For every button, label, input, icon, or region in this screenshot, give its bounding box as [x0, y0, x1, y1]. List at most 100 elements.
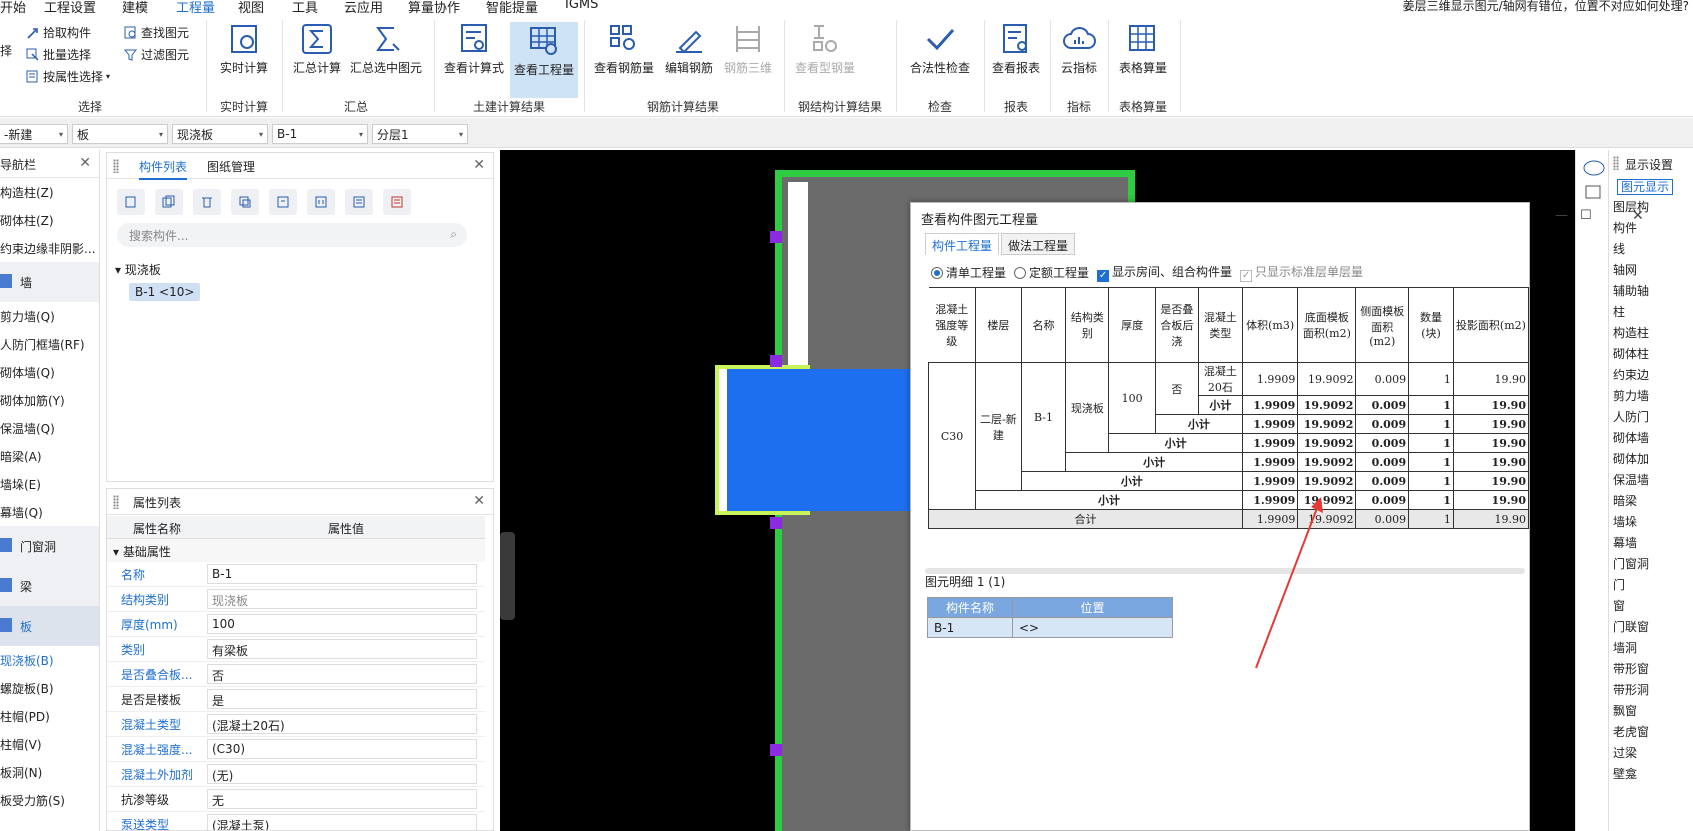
find-element-button[interactable]: 查找图元 [124, 24, 189, 41]
display-item[interactable]: 门 [1609, 576, 1693, 597]
display-item[interactable]: 飘窗 [1609, 702, 1693, 723]
display-item[interactable]: 柱 [1609, 303, 1693, 324]
display-item[interactable]: 窗 [1609, 597, 1693, 618]
restore-icon[interactable]: — [1555, 208, 1568, 223]
nav-item-cast-slab[interactable]: 现浇板(B) [0, 646, 99, 674]
type-select[interactable]: 板 ▾ [72, 124, 168, 144]
display-item[interactable]: 墙垛 [1609, 513, 1693, 534]
nav-item[interactable]: 墙垛(E) [0, 470, 99, 498]
tab-component-list[interactable]: 构件列表 [139, 158, 188, 180]
table-row[interactable]: 小计 1.9909 19.9092 0.009 1 19.90 [929, 490, 1530, 510]
property-value[interactable]: (混凝土20石) [207, 714, 477, 734]
tab-element-display[interactable]: 图元显示 [1609, 178, 1693, 198]
grip-icon[interactable] [1613, 156, 1619, 170]
display-item[interactable]: 幕墙 [1609, 534, 1693, 555]
display-item[interactable]: 构件 [1609, 219, 1693, 240]
nav-item[interactable]: 剪力墙(Q) [0, 302, 99, 330]
select-partial[interactable]: 择 [0, 42, 12, 59]
table-total-row[interactable]: 合计 1.9909 19.9092 0.009 1 19.90 [928, 509, 1530, 529]
detail-row[interactable]: B-1 <> [927, 617, 1173, 638]
legality-check-button[interactable]: 合法性检查 [902, 22, 978, 76]
display-item[interactable]: 砌体加 [1609, 450, 1693, 471]
property-value[interactable]: 无 [207, 789, 477, 809]
property-value[interactable]: (C30) [207, 739, 477, 759]
nav-group-wall[interactable]: 墙 [0, 262, 99, 302]
display-item[interactable]: 墙洞 [1609, 639, 1693, 660]
nav-item[interactable]: 人防门框墙(RF) [0, 330, 99, 358]
nav-item[interactable]: 保温墙(Q) [0, 414, 99, 442]
view-3d-icon[interactable] [1580, 156, 1608, 206]
radio-list-quantity[interactable]: 清单工程量 [931, 264, 1006, 281]
nav-item[interactable]: 螺旋板(B) [0, 674, 99, 702]
view-steel-button[interactable]: 查看型钢量 [790, 22, 860, 76]
grip-icon[interactable] [113, 159, 119, 173]
property-value[interactable]: 100 [207, 614, 477, 634]
display-item[interactable]: 图层构 [1609, 198, 1693, 219]
display-item[interactable]: 人防门 [1609, 408, 1693, 429]
pick-component-button[interactable]: 拾取构件 [26, 24, 91, 41]
display-item[interactable]: 线 [1609, 240, 1693, 261]
close-icon[interactable]: ✕ [1632, 208, 1644, 224]
floor-select[interactable]: -新建 ▾ [0, 124, 68, 144]
collapse-handle[interactable] [500, 532, 515, 620]
nav-group-door-window[interactable]: 门窗洞 [0, 526, 99, 566]
table-row[interactable]: C30 二层-新建 B-1 现浇板 100 否 混凝土20石 1.9909 19… [927, 362, 1530, 510]
component-search-input[interactable]: 搜索构件... ⌕ [117, 223, 467, 247]
view-rebar-button[interactable]: 查看钢筋量 [590, 22, 658, 76]
filter-icon[interactable] [269, 189, 297, 215]
new-icon[interactable] [117, 189, 145, 215]
grip-icon[interactable] [113, 495, 119, 509]
display-item[interactable]: 砌体墙 [1609, 429, 1693, 450]
display-item[interactable]: 砌体柱 [1609, 345, 1693, 366]
close-icon[interactable]: ✕ [473, 493, 485, 509]
nav-group-beam[interactable]: 梁 [0, 566, 99, 606]
property-value[interactable]: (混凝土泵) [207, 814, 477, 830]
checkbox-std-floor[interactable]: ✓ 只显示标准层单层量 [1240, 263, 1363, 282]
display-item[interactable]: 构造柱 [1609, 324, 1693, 345]
menu-igms[interactable]: IGMS [565, 0, 598, 12]
batch-select-button[interactable]: 批量选择 [26, 46, 91, 63]
tab-drawing-manage[interactable]: 图纸管理 [207, 158, 255, 175]
component-select[interactable]: B-1 ▾ [272, 124, 368, 144]
delete-icon[interactable] [193, 189, 221, 215]
nav-item[interactable]: 板洞(N) [0, 758, 99, 786]
property-group-basic[interactable]: ▾ 基础属性 [107, 539, 485, 562]
tab-method-quantity[interactable]: 做法工程量 [1001, 233, 1076, 255]
display-item[interactable]: 壁龛 [1609, 765, 1693, 786]
property-value[interactable]: (无) [207, 764, 477, 784]
summary-selected-button[interactable]: 汇总选中图元 [348, 22, 424, 76]
cloud-index-button[interactable]: 云指标 [1054, 22, 1104, 76]
table-calc-button[interactable]: 表格算量 [1112, 22, 1174, 76]
display-item[interactable]: 暗梁 [1609, 492, 1693, 513]
subtype-select[interactable]: 现浇板 ▾ [172, 124, 268, 144]
tree-node-cast-slab[interactable]: ▾ 现浇板 [115, 261, 161, 278]
list-icon[interactable] [345, 189, 373, 215]
display-item[interactable]: 带形洞 [1609, 681, 1693, 702]
help-question[interactable]: 姜层三维显示图元/轴网有错位，位置不对应如何处理? [1403, 0, 1689, 14]
display-item[interactable]: 辅助轴 [1609, 282, 1693, 303]
nav-item[interactable]: 柱帽(V) [0, 730, 99, 758]
maximize-icon[interactable]: ☐ [1580, 208, 1592, 223]
display-item[interactable]: 保温墙 [1609, 471, 1693, 492]
nav-group-slab[interactable]: 板 [0, 606, 99, 646]
nav-item[interactable]: 砌体墙(Q) [0, 358, 99, 386]
layer-select[interactable]: 分层1 ▾ [372, 124, 468, 144]
display-item[interactable]: 轴网 [1609, 261, 1693, 282]
edit-rebar-button[interactable]: 编辑钢筋 [660, 22, 718, 76]
tab-component-quantity[interactable]: 构件工程量 [925, 233, 1000, 255]
tree-leaf-b1[interactable]: B-1 <10> [129, 283, 201, 301]
property-value[interactable]: 有梁板 [207, 639, 477, 659]
summary-calc-button[interactable]: 汇总计算 [288, 22, 346, 76]
nav-item[interactable]: 幕墙(Q) [0, 498, 99, 526]
nav-item[interactable]: 柱帽(PD) [0, 702, 99, 730]
display-item[interactable]: 带形窗 [1609, 660, 1693, 681]
view-formula-button[interactable]: 查看计算式 [440, 22, 508, 76]
property-value[interactable]: 否 [207, 664, 477, 684]
select-by-property-button[interactable]: 按属性选择 ▾ [26, 68, 110, 85]
property-icon[interactable] [383, 189, 411, 215]
filter-element-button[interactable]: 过滤图元 [124, 46, 189, 63]
view-quantity-button[interactable]: 查看工程量 [510, 22, 578, 98]
sort-icon[interactable] [307, 189, 335, 215]
radio-quota-quantity[interactable]: 定额工程量 [1014, 264, 1089, 281]
view-report-button[interactable]: 查看报表 [988, 22, 1044, 76]
